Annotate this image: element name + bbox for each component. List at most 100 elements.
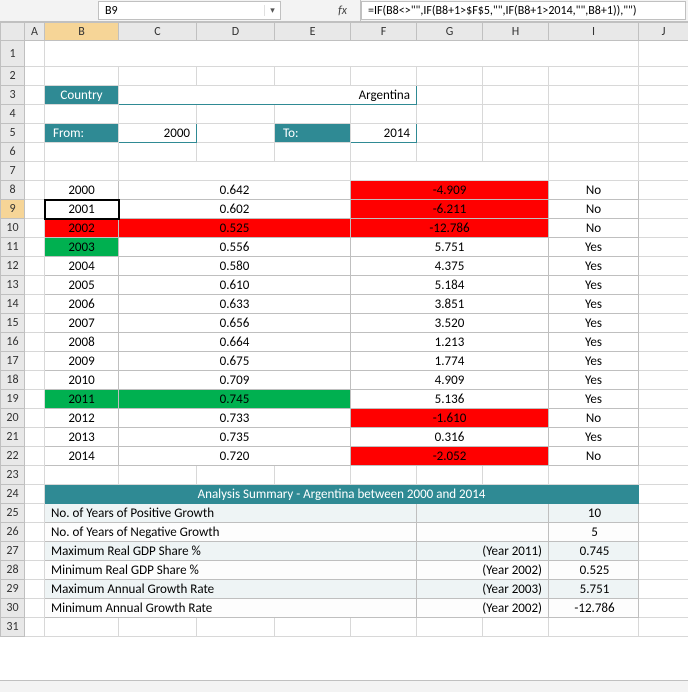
row-header[interactable]: 11: [1, 238, 25, 257]
row-header[interactable]: 19: [1, 390, 25, 409]
cell-share[interactable]: 0.580: [119, 257, 351, 276]
row-header[interactable]: 6: [1, 143, 25, 162]
row-header[interactable]: 14: [1, 295, 25, 314]
cell-growth[interactable]: 4.909: [351, 371, 549, 390]
row-header[interactable]: 17: [1, 352, 25, 371]
cell-share[interactable]: 0.745: [119, 390, 351, 409]
cell-year[interactable]: 2011: [45, 390, 119, 409]
cell-year[interactable]: 2000: [45, 181, 119, 200]
cell-growth[interactable]: 1.774: [351, 352, 549, 371]
cell-pos-growth[interactable]: No: [549, 219, 639, 238]
row-header[interactable]: 20: [1, 409, 25, 428]
cell-growth[interactable]: 3.851: [351, 295, 549, 314]
cell-pos-growth[interactable]: No: [549, 409, 639, 428]
cell-growth[interactable]: -4.909: [351, 181, 549, 200]
cell-pos-growth[interactable]: No: [549, 181, 639, 200]
cell-pos-growth[interactable]: Yes: [549, 333, 639, 352]
name-box-dropdown-icon[interactable]: ▾: [264, 5, 280, 16]
cell-pos-growth[interactable]: Yes: [549, 295, 639, 314]
row-header[interactable]: 10: [1, 219, 25, 238]
cell-growth[interactable]: 5.136: [351, 390, 549, 409]
cell-pos-growth[interactable]: No: [549, 200, 639, 219]
cell-share[interactable]: 0.610: [119, 276, 351, 295]
row-header[interactable]: 5: [1, 124, 25, 143]
cell-share[interactable]: 0.642: [119, 181, 351, 200]
cell-year[interactable]: 2002: [45, 219, 119, 238]
cell-pos-growth[interactable]: Yes: [549, 238, 639, 257]
cell-growth[interactable]: -1.610: [351, 409, 549, 428]
formula-input[interactable]: =IF(B8<>"",IF(B8+1>$F$5,"",IF(B8+1>2014,…: [361, 1, 686, 20]
row-header[interactable]: 3: [1, 86, 25, 105]
cell-year[interactable]: 2008: [45, 333, 119, 352]
cell-share[interactable]: 0.709: [119, 371, 351, 390]
cell-share[interactable]: 0.633: [119, 295, 351, 314]
cell-share[interactable]: 0.556: [119, 238, 351, 257]
cell-year[interactable]: 2001: [45, 200, 119, 219]
from-input[interactable]: 2000: [119, 124, 197, 143]
col-header-H[interactable]: H: [483, 23, 549, 41]
cell-share[interactable]: 0.656: [119, 314, 351, 333]
cell-pos-growth[interactable]: Yes: [549, 314, 639, 333]
cell-share[interactable]: 0.525: [119, 219, 351, 238]
cell-share[interactable]: 0.733: [119, 409, 351, 428]
cell-share[interactable]: 0.735: [119, 428, 351, 447]
cell-year[interactable]: 2005: [45, 276, 119, 295]
col-header-B[interactable]: B: [45, 23, 119, 41]
cell-pos-growth[interactable]: No: [549, 447, 639, 466]
country-input[interactable]: Argentina: [119, 86, 417, 105]
row-header[interactable]: 13: [1, 276, 25, 295]
row-header[interactable]: 29: [1, 580, 25, 599]
cell-year[interactable]: 2010: [45, 371, 119, 390]
row-header[interactable]: 16: [1, 333, 25, 352]
cell-pos-growth[interactable]: Yes: [549, 428, 639, 447]
row-header[interactable]: 9: [1, 200, 25, 219]
cell-pos-growth[interactable]: Yes: [549, 276, 639, 295]
row-header[interactable]: 7: [1, 162, 25, 181]
cell-pos-growth[interactable]: Yes: [549, 352, 639, 371]
cell-pos-growth[interactable]: Yes: [549, 257, 639, 276]
row-header[interactable]: 27: [1, 542, 25, 561]
row-header[interactable]: 12: [1, 257, 25, 276]
cell-year[interactable]: 2006: [45, 295, 119, 314]
row-header[interactable]: 31: [1, 618, 25, 637]
col-header-G[interactable]: G: [417, 23, 483, 41]
cell-growth[interactable]: 3.520: [351, 314, 549, 333]
col-header-A[interactable]: A: [25, 23, 45, 41]
cell-growth[interactable]: 5.184: [351, 276, 549, 295]
sheet-tab-strip[interactable]: [0, 680, 688, 692]
col-header-D[interactable]: D: [197, 23, 275, 41]
cell-pos-growth[interactable]: Yes: [549, 390, 639, 409]
col-header-C[interactable]: C: [119, 23, 197, 41]
row-header[interactable]: 25: [1, 504, 25, 523]
cell-growth[interactable]: -2.052: [351, 447, 549, 466]
row-header[interactable]: 1: [1, 41, 25, 67]
cell-growth[interactable]: -6.211: [351, 200, 549, 219]
row-header[interactable]: 18: [1, 371, 25, 390]
row-header[interactable]: 2: [1, 67, 25, 86]
cell-year[interactable]: 2004: [45, 257, 119, 276]
col-header-I[interactable]: I: [549, 23, 639, 41]
cell-growth[interactable]: 0.316: [351, 428, 549, 447]
cell-growth[interactable]: -12.786: [351, 219, 549, 238]
row-header[interactable]: 24: [1, 485, 25, 504]
cell-year[interactable]: 2003: [45, 238, 119, 257]
select-all-corner[interactable]: [1, 23, 25, 41]
row-header[interactable]: 8: [1, 181, 25, 200]
to-input[interactable]: 2014: [351, 124, 417, 143]
col-header-J[interactable]: J: [639, 23, 688, 41]
cell-pos-growth[interactable]: Yes: [549, 371, 639, 390]
row-header[interactable]: 23: [1, 466, 25, 485]
row-header[interactable]: 26: [1, 523, 25, 542]
cell-share[interactable]: 0.675: [119, 352, 351, 371]
row-header[interactable]: 22: [1, 447, 25, 466]
row-header[interactable]: 21: [1, 428, 25, 447]
cell-year[interactable]: 2009: [45, 352, 119, 371]
cell-share[interactable]: 0.602: [119, 200, 351, 219]
row-header[interactable]: 28: [1, 561, 25, 580]
cell-year[interactable]: 2012: [45, 409, 119, 428]
fx-icon[interactable]: fx: [325, 0, 361, 21]
cell-year[interactable]: 2014: [45, 447, 119, 466]
row-header[interactable]: 30: [1, 599, 25, 618]
col-header-F[interactable]: F: [351, 23, 417, 41]
spreadsheet-grid[interactable]: A B C D E F G H I J 1 Real GDP Shares an…: [0, 22, 688, 680]
